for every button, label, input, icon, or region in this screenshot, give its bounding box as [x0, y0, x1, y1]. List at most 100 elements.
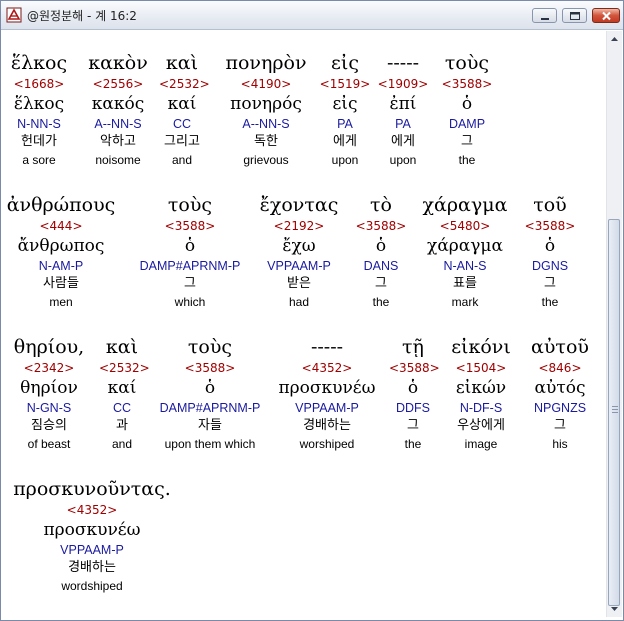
lemma: ὁ: [544, 236, 556, 256]
verse-row: προσκυνοῦντας. <4352> προσκυνέω VPPAAM-P…: [3, 477, 603, 613]
greek-word: τοῦ: [533, 194, 567, 216]
thumb-grip: [612, 412, 618, 413]
strong-number: <4190>: [240, 77, 292, 91]
greek-word: εἰκόνι: [451, 336, 511, 358]
lemma: ὁ: [407, 378, 419, 398]
lemma: ἔχω: [282, 236, 316, 256]
greek-word: καὶ: [105, 336, 139, 358]
greek-word: τῇ: [402, 336, 424, 358]
lemma: εἰκών: [455, 378, 507, 398]
lemma: προσκυνέω: [278, 378, 376, 398]
greek-word: ἕλκος: [10, 52, 68, 74]
parsing-code: VPPAAM-P: [60, 543, 124, 557]
korean-gloss: 그: [407, 418, 419, 433]
strong-number: <3588>: [164, 219, 216, 233]
scroll-down-button[interactable]: [607, 601, 622, 617]
strong-number: <3588>: [389, 361, 440, 375]
korean-gloss: 그: [184, 276, 196, 291]
lemma: ἐπί: [389, 94, 417, 114]
lemma: ὁ: [461, 94, 473, 114]
korean-gloss: 사람들: [43, 276, 79, 291]
english-gloss: the: [404, 437, 422, 451]
scroll-up-arrow-icon: [611, 37, 618, 41]
scroll-down-arrow-icon: [611, 607, 618, 611]
strong-number: <1668>: [13, 77, 65, 91]
scroll-up-button[interactable]: [607, 31, 622, 47]
english-gloss: worshiped: [299, 437, 355, 451]
greek-word: τοὺς: [187, 336, 233, 358]
english-gloss: a sore: [22, 153, 56, 167]
korean-gloss: 자들: [198, 418, 222, 433]
greek-word: -----: [386, 52, 420, 74]
english-gloss: upon: [331, 153, 359, 167]
greek-word: θηρίου,: [13, 336, 85, 358]
korean-gloss: 그: [461, 134, 473, 149]
english-gloss: the: [458, 153, 476, 167]
english-gloss: upon: [389, 153, 417, 167]
greek-word: κακὸν: [88, 52, 148, 74]
greek-word: τοὺς: [444, 52, 490, 74]
lemma: ὁ: [184, 236, 196, 256]
lemma: κακός: [91, 94, 145, 114]
greek-word: τοὺς: [167, 194, 213, 216]
korean-gloss: 경배하는: [68, 560, 116, 575]
lemma: χάραγμα: [427, 236, 503, 256]
parsing-code: CC: [172, 117, 192, 131]
close-button[interactable]: [592, 8, 620, 23]
parsing-code: CC: [112, 401, 132, 415]
english-gloss: the: [541, 295, 559, 309]
strong-number: <1504>: [455, 361, 507, 375]
english-gloss: had: [288, 295, 310, 309]
parsing-code: PA: [337, 117, 353, 131]
minimize-button[interactable]: [532, 8, 557, 23]
maximize-button[interactable]: [562, 8, 587, 23]
strong-number: <2192>: [273, 219, 325, 233]
greek-word: χάραγμα: [422, 194, 508, 216]
greek-word: ἔχοντας: [259, 194, 339, 216]
strong-number: <3588>: [524, 219, 576, 233]
lemma: αὐτός: [534, 378, 586, 398]
english-gloss: wordshiped: [61, 579, 123, 593]
strong-number: <2532>: [99, 361, 150, 375]
scrollbar-thumb[interactable]: [608, 219, 620, 606]
lemma: καί: [167, 94, 197, 114]
parsing-code: NPGNZS: [533, 401, 587, 415]
english-gloss: of beast: [27, 437, 71, 451]
greek-word: προσκυνοῦντας.: [13, 478, 171, 500]
parsing-code: PA: [395, 117, 411, 131]
english-gloss: men: [49, 295, 73, 309]
lemma: ἕλκος: [13, 94, 65, 114]
vertical-scrollbar[interactable]: [606, 31, 622, 617]
parsing-code: DAMP: [448, 117, 486, 131]
parsing-code: DANS: [363, 259, 399, 273]
parsing-code: N-NN-S: [17, 117, 61, 131]
strong-number: <3588>: [441, 77, 493, 91]
lemma: προσκυνέω: [43, 520, 141, 540]
korean-gloss: 과: [116, 418, 128, 433]
korean-gloss: 그: [554, 418, 566, 433]
strong-number: <5480>: [439, 219, 491, 233]
korean-gloss: 그: [375, 276, 387, 291]
english-gloss: upon them which: [164, 437, 256, 451]
korean-gloss: 표를: [453, 276, 477, 291]
strong-number: <2342>: [23, 361, 75, 375]
korean-gloss: 그: [544, 276, 556, 291]
parsing-code: N-DF-S: [459, 401, 503, 415]
thumb-grip: [612, 409, 618, 410]
english-gloss: the: [372, 295, 390, 309]
parsing-code: DDFS: [395, 401, 431, 415]
parsing-code: N-AN-S: [443, 259, 487, 273]
greek-word: τὸ: [370, 194, 392, 216]
title-bar[interactable]: @원정분해 - 계 16:2: [1, 1, 623, 30]
english-gloss: noisome: [95, 153, 141, 167]
parsing-code: N-GN-S: [26, 401, 72, 415]
greek-word: καὶ: [165, 52, 199, 74]
strong-number: <3588>: [355, 219, 407, 233]
korean-gloss: 에게: [333, 134, 357, 149]
verse-row: θηρίου, <2342> θηρίον N-GN-S 짐승의 of beas…: [3, 335, 603, 471]
korean-gloss: 짐승의: [31, 418, 67, 433]
korean-gloss: 악하고: [100, 134, 136, 149]
strong-number: <4352>: [66, 503, 118, 517]
parsing-code: A--NN-S: [242, 117, 290, 131]
parsing-code: A--NN-S: [94, 117, 142, 131]
